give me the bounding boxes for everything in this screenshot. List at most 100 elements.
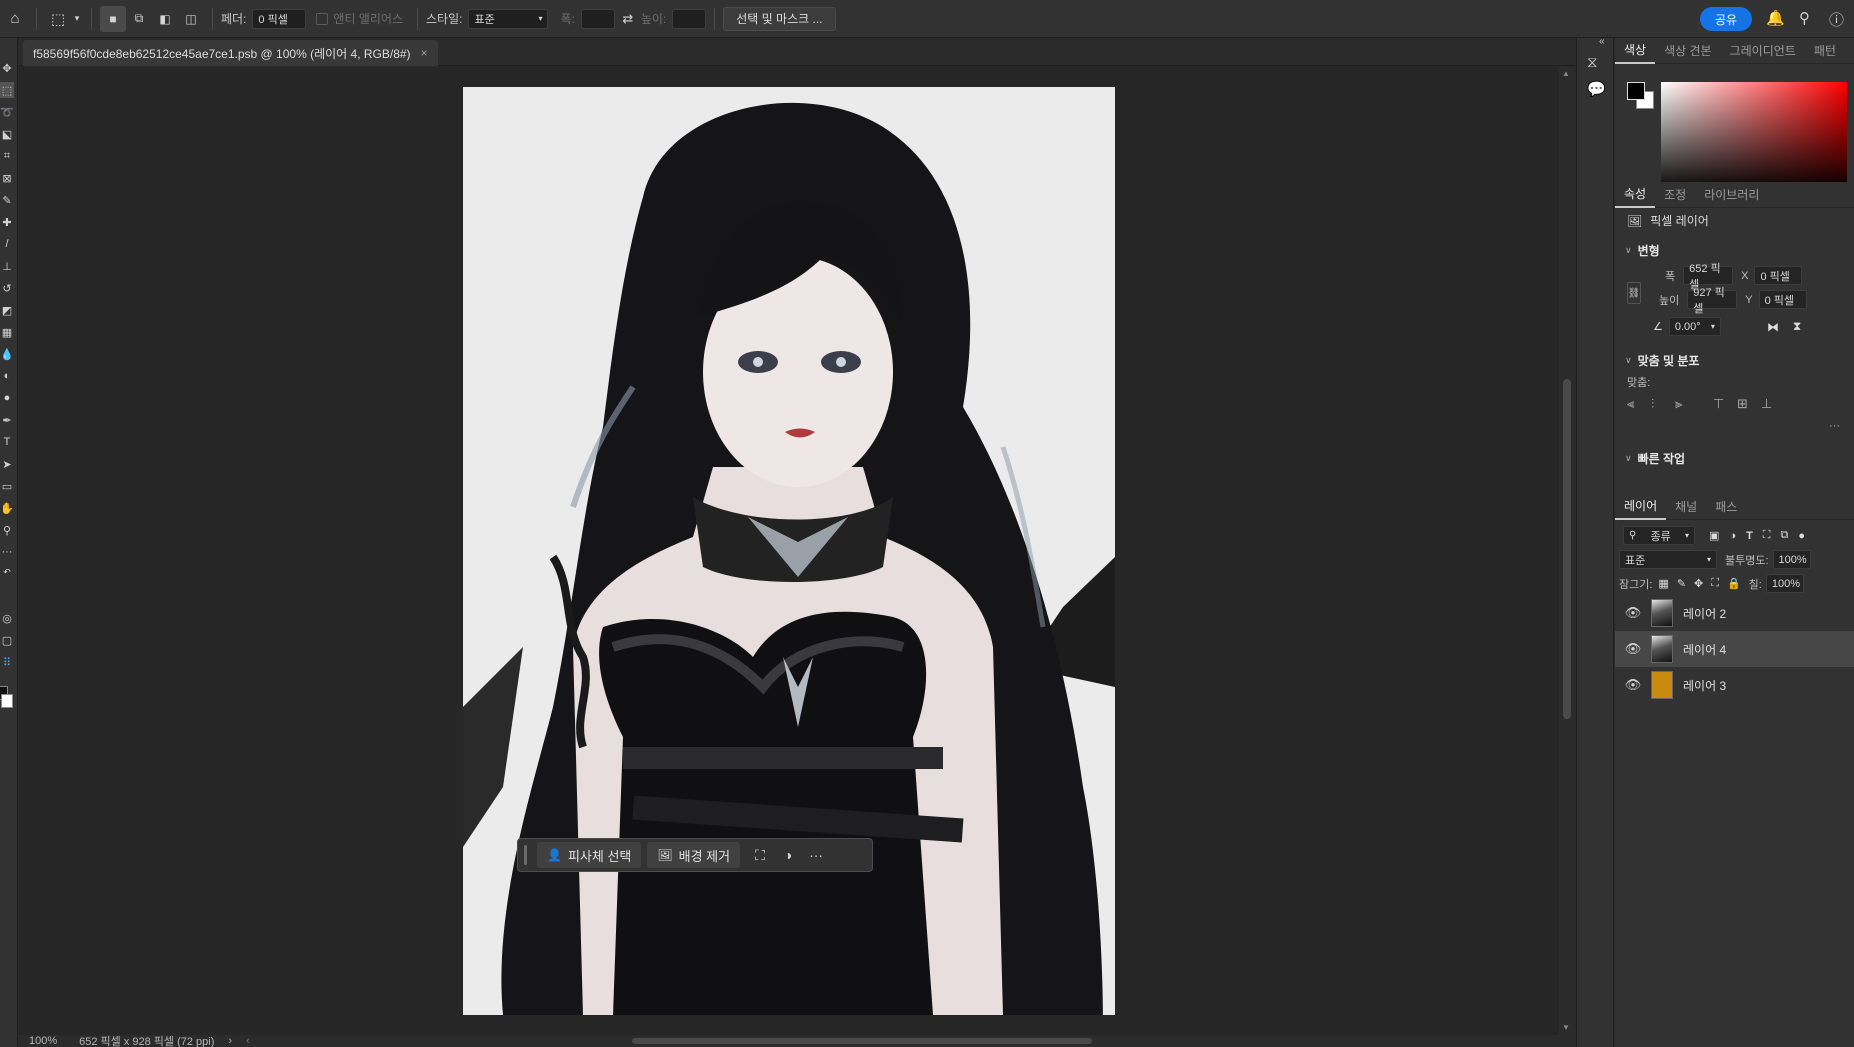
tab-layers[interactable]: 레이어 xyxy=(1615,494,1667,520)
lock-position-icon[interactable]: ✥ xyxy=(1694,577,1703,590)
share-button[interactable]: 공유 xyxy=(1700,7,1752,31)
more-options-icon[interactable]: ··· xyxy=(802,842,830,868)
gradient-tool-icon[interactable]: ▦ xyxy=(0,324,14,340)
lock-all-icon[interactable]: 🔒 xyxy=(1727,577,1741,590)
marquee-tool-preset-icon[interactable]: ⬚ xyxy=(45,6,71,32)
select-and-mask-button[interactable]: 선택 및 마스크 ... xyxy=(723,6,836,31)
more-options-icon[interactable]: ··· xyxy=(1829,420,1840,432)
layer-row[interactable]: 👁 레이어 4 xyxy=(1615,631,1854,667)
foreground-color-chip[interactable] xyxy=(1627,82,1645,100)
tab-swatches[interactable]: 색상 견본 xyxy=(1655,38,1721,64)
blend-mode-select[interactable]: 표준 ▾ xyxy=(1619,550,1717,569)
swap-arrows-icon[interactable]: ⇄ xyxy=(615,6,641,32)
pen-tool-icon[interactable]: ✒ xyxy=(0,412,14,428)
scroll-up-icon[interactable]: ▲ xyxy=(1562,69,1570,78)
antialias-checkbox[interactable] xyxy=(316,12,329,25)
opacity-field[interactable]: 100% xyxy=(1772,550,1811,569)
path-select-icon[interactable]: ➤ xyxy=(0,456,14,472)
drag-handle[interactable] xyxy=(524,845,527,865)
clone-stamp-icon[interactable]: ⊥ xyxy=(0,258,14,274)
layer-filter-select[interactable]: ⚲ 종류 ▾ xyxy=(1623,526,1695,545)
transform-icon[interactable]: ⛶ xyxy=(746,842,774,868)
eye-icon[interactable]: 👁 xyxy=(1623,605,1643,621)
add-to-selection-icon[interactable]: ⧉ xyxy=(126,6,152,32)
x-field[interactable]: 0 픽셀 xyxy=(1754,266,1803,285)
lasso-tool-icon[interactable]: ➰ xyxy=(0,104,14,120)
align-middle-vertical-icon[interactable]: ⊞ xyxy=(1737,396,1748,412)
tab-libraries[interactable]: 라이브러리 xyxy=(1695,182,1768,208)
lock-artboard-icon[interactable]: ⛶ xyxy=(1711,577,1719,590)
transform-section-header[interactable]: ∨ 변형 xyxy=(1615,242,1854,259)
tab-adjustments[interactable]: 조정 xyxy=(1655,182,1695,208)
new-selection-icon[interactable]: ■ xyxy=(100,5,126,32)
feather-input[interactable]: 0 픽셀 xyxy=(252,8,307,29)
align-top-icon[interactable]: ⊤ xyxy=(1713,396,1724,412)
tab-color[interactable]: 색상 xyxy=(1615,38,1656,64)
object-select-tool-icon[interactable]: ⬕ xyxy=(0,126,14,142)
filter-smart-object-icon[interactable]: ⧉ xyxy=(1781,529,1789,542)
remove-background-button[interactable]: 🖼 배경 제거 xyxy=(647,842,741,868)
chevron-right-icon[interactable]: › xyxy=(228,1035,232,1047)
width-field[interactable]: 652 픽셀 xyxy=(1683,263,1734,291)
frame-tool-icon[interactable]: ⊠ xyxy=(0,170,14,186)
move-tool-icon[interactable]: ✥ xyxy=(0,60,14,76)
tab-patterns[interactable]: 패턴 xyxy=(1805,38,1845,64)
adjustment-icon[interactable]: ◑ xyxy=(774,842,802,868)
scrollbar-thumb[interactable] xyxy=(1563,379,1571,719)
hand-tool-icon[interactable]: ✋ xyxy=(0,500,14,516)
filter-adjustment-icon[interactable]: ◑ xyxy=(1729,530,1736,542)
tab-paths[interactable]: 패스 xyxy=(1706,494,1746,520)
flip-vertical-icon[interactable]: ⧗ xyxy=(1793,319,1801,334)
zoom-level[interactable]: 100% xyxy=(29,1035,57,1047)
zoom-tool-icon[interactable]: ⚲ xyxy=(0,522,14,538)
filter-shape-icon[interactable]: ⛶ xyxy=(1763,529,1771,542)
align-section-header[interactable]: ∨ 맞춤 및 분포 xyxy=(1615,352,1854,369)
eye-icon[interactable]: 👁 xyxy=(1623,677,1643,693)
history-brush-icon[interactable]: ↺ xyxy=(0,280,14,296)
filter-toggle-icon[interactable]: ● xyxy=(1798,530,1805,542)
background-color-swatch[interactable] xyxy=(1,694,13,708)
home-icon[interactable]: ⌂ xyxy=(2,6,28,32)
collapse-panels-icon[interactable]: « xyxy=(1599,36,1605,47)
y-field[interactable]: 0 픽셀 xyxy=(1758,290,1807,309)
more-tools-icon[interactable]: ··· xyxy=(0,544,14,560)
height-input[interactable] xyxy=(672,8,707,29)
document-tab[interactable]: f58569f56f0cde8eb62512ce45ae7ce1.psb @ 1… xyxy=(23,40,438,66)
healing-brush-icon[interactable]: ✚ xyxy=(0,214,14,230)
color-picker-field[interactable] xyxy=(1661,82,1847,192)
width-input[interactable] xyxy=(580,8,615,29)
edit-toolbar-icon[interactable]: ⠿ xyxy=(0,654,14,670)
history-icon[interactable]: ⧖ xyxy=(1587,54,1598,71)
tab-channels[interactable]: 채널 xyxy=(1666,494,1706,520)
angle-field[interactable]: 0.00° ▾ xyxy=(1668,317,1721,336)
scroll-left-icon[interactable]: ‹ xyxy=(246,1035,250,1047)
search-icon[interactable]: ⚲ xyxy=(1799,9,1810,27)
comments-icon[interactable]: 💬 xyxy=(1587,80,1606,98)
height-field[interactable]: 927 픽셀 xyxy=(1687,287,1738,315)
layer-row[interactable]: 👁 레이어 3 xyxy=(1615,667,1854,703)
shape-tool-icon[interactable]: ▭ xyxy=(0,478,14,494)
subtract-from-selection-icon[interactable]: ◧ xyxy=(152,6,178,32)
canvas-area[interactable]: 👤 피사체 선택 🖼 배경 제거 ⛶ ◑ ··· xyxy=(19,67,1564,1035)
screen-mode-icon[interactable]: ▢ xyxy=(0,632,14,648)
align-bottom-icon[interactable]: ⊥ xyxy=(1761,396,1772,412)
filter-type-icon[interactable]: T xyxy=(1746,530,1753,542)
align-center-horizontal-icon[interactable]: ⫶ xyxy=(1651,396,1654,412)
chevron-down-icon[interactable]: ▾ xyxy=(71,6,83,32)
crop-tool-icon[interactable]: ⌗ xyxy=(0,148,14,164)
scroll-down-icon[interactable]: ▼ xyxy=(1562,1023,1570,1032)
swap-colors-icon[interactable]: ↶ xyxy=(0,564,14,580)
style-select[interactable]: 표준 ▾ xyxy=(468,8,549,29)
dodge-tool-icon[interactable]: ◐ xyxy=(0,368,14,384)
help-icon[interactable]: ⓘ xyxy=(1829,9,1844,30)
eraser-tool-icon[interactable]: ◩ xyxy=(0,302,14,318)
flip-horizontal-icon[interactable]: ⧓ xyxy=(1767,320,1779,334)
quick-mask-icon[interactable]: ◎ xyxy=(0,610,14,626)
eyedropper-tool-icon[interactable]: ✎ xyxy=(0,192,14,208)
close-icon[interactable]: × xyxy=(421,46,428,60)
sponge-tool-icon[interactable]: ● xyxy=(0,390,14,406)
eye-icon[interactable]: 👁 xyxy=(1623,641,1643,657)
intersect-selection-icon[interactable]: ◫ xyxy=(178,6,204,32)
bell-icon[interactable]: 🔔 xyxy=(1766,9,1785,27)
tab-gradients[interactable]: 그레이디언트 xyxy=(1721,38,1805,64)
